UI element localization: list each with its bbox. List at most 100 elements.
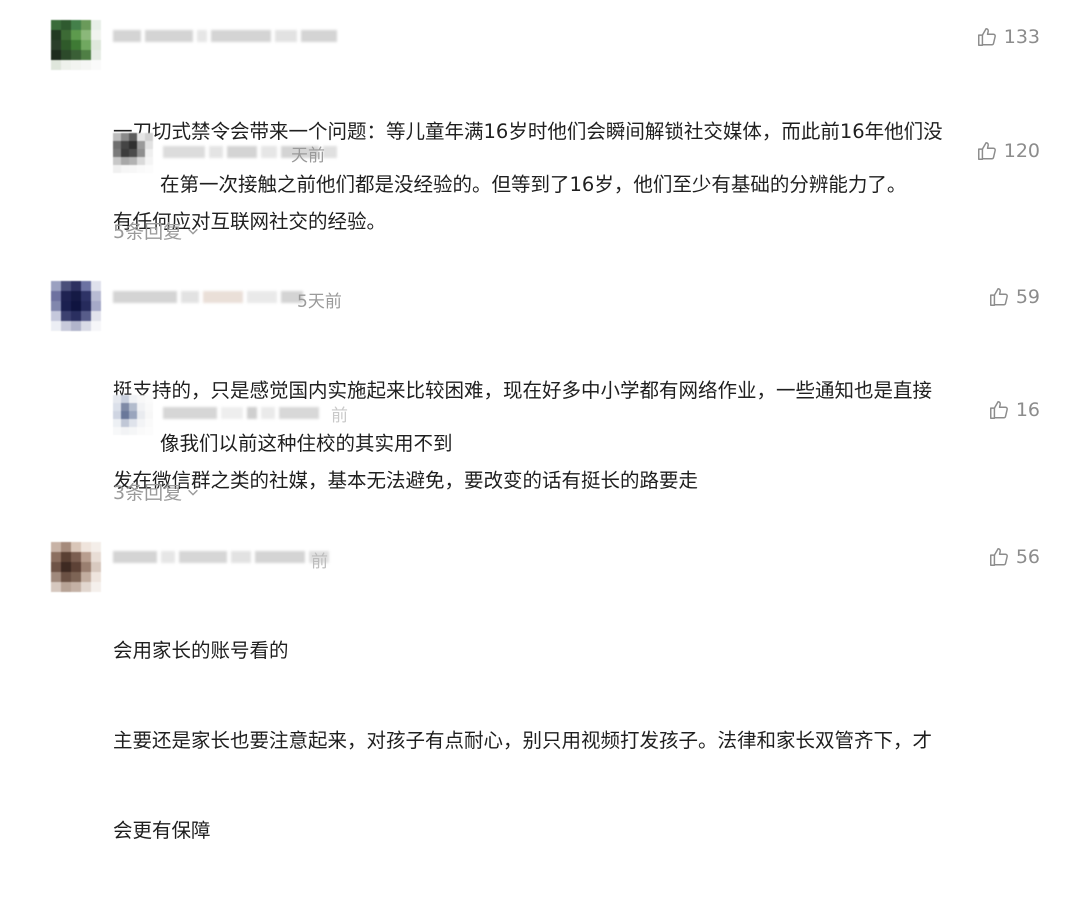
avatar-mosaic-cell	[81, 572, 91, 582]
like-button[interactable]: 133	[976, 26, 1040, 48]
avatar-mosaic-cell	[145, 149, 153, 157]
avatar-mosaic-cell	[61, 50, 71, 60]
avatar-mosaic-cell	[71, 552, 81, 562]
avatar-mosaic-cell	[61, 281, 71, 291]
more-replies-button[interactable]: 5条回复	[113, 217, 200, 244]
avatar-mosaic-cell	[71, 20, 81, 30]
avatar-mosaic-cell	[51, 311, 61, 321]
avatar-mosaic-cell	[61, 542, 71, 552]
avatar-mosaic-cell	[121, 411, 129, 419]
like-count: 133	[1003, 26, 1040, 48]
avatar-mosaic-cell	[61, 311, 71, 321]
avatar-mosaic-cell	[145, 419, 153, 427]
reply-avatar[interactable]	[113, 395, 153, 435]
avatar[interactable]	[51, 20, 101, 70]
avatar-mosaic-cell	[137, 427, 145, 435]
avatar-mosaic-cell	[61, 291, 71, 301]
avatar-mosaic-cell	[121, 395, 129, 403]
more-replies-button[interactable]: 3条回复	[113, 478, 200, 505]
avatar-mosaic-cell	[91, 60, 101, 70]
avatar-mosaic-cell	[51, 562, 61, 572]
avatar-mosaic-cell	[121, 157, 129, 165]
avatar-mosaic-cell	[51, 291, 61, 301]
avatar-mosaic-cell	[81, 301, 91, 311]
avatar-mosaic-cell	[113, 133, 121, 141]
like-count: 56	[1015, 546, 1040, 568]
avatar-mosaic-cell	[145, 395, 153, 403]
avatar-mosaic-cell	[51, 40, 61, 50]
avatar-mosaic-cell	[137, 403, 145, 411]
avatar-mosaic-cell	[61, 20, 71, 30]
avatar-mosaic-cell	[81, 60, 91, 70]
avatar-mosaic-cell	[71, 281, 81, 291]
avatar-mosaic-cell	[121, 419, 129, 427]
avatar-mosaic-cell	[113, 419, 121, 427]
avatar-mosaic-cell	[91, 281, 101, 291]
avatar-mosaic-cell	[137, 157, 145, 165]
avatar-mosaic-cell	[81, 40, 91, 50]
avatar-mosaic-cell	[129, 157, 137, 165]
reply-avatar[interactable]	[113, 133, 153, 173]
like-button[interactable]: 56	[988, 546, 1040, 568]
avatar-mosaic-cell	[129, 133, 137, 141]
comment-text-line: 挺支持的，只是感觉国内实施起来比较困难，现在好多中小学都有网络作业，一些通知也是…	[113, 379, 933, 402]
avatar-mosaic-cell	[113, 411, 121, 419]
like-button[interactable]: 16	[988, 399, 1040, 421]
avatar-mosaic-cell	[129, 165, 137, 173]
avatar-mosaic-cell	[137, 419, 145, 427]
reply-text: 像我们以前这种住校的其实用不到	[160, 432, 453, 455]
avatar-mosaic-cell	[129, 141, 137, 149]
avatar-mosaic-cell	[91, 301, 101, 311]
comment-text: 会用家长的账号看的 主要还是家长也要注意起来，对孩子有点耐心，别只用视频打发孩子…	[113, 576, 932, 906]
avatar-mosaic-cell	[71, 291, 81, 301]
avatar-mosaic-cell	[121, 165, 129, 173]
avatar-mosaic-cell	[71, 50, 81, 60]
avatar-mosaic-cell	[61, 572, 71, 582]
avatar-mosaic-cell	[91, 572, 101, 582]
avatar-mosaic-cell	[121, 149, 129, 157]
more-replies-label: 3条回复	[113, 482, 183, 504]
avatar-mosaic-cell	[129, 419, 137, 427]
avatar-mosaic-cell	[137, 141, 145, 149]
reply-text: 在第一次接触之前他们都是没经验的。但等到了16岁，他们至少有基础的分辨能力了。	[160, 173, 907, 196]
avatar-mosaic-cell	[51, 582, 61, 592]
like-button[interactable]: 120	[976, 140, 1040, 162]
avatar-mosaic-cell	[113, 165, 121, 173]
avatar-mosaic-cell	[137, 395, 145, 403]
avatar-mosaic-cell	[91, 582, 101, 592]
avatar[interactable]	[51, 281, 101, 331]
avatar-mosaic-cell	[61, 30, 71, 40]
avatar-mosaic-cell	[129, 427, 137, 435]
avatar-mosaic-cell	[71, 582, 81, 592]
avatar-mosaic-cell	[121, 403, 129, 411]
avatar-mosaic-cell	[129, 411, 137, 419]
avatar-mosaic-cell	[81, 311, 91, 321]
avatar-mosaic-cell	[129, 149, 137, 157]
username-blurred[interactable]	[113, 289, 303, 305]
chevron-down-icon	[188, 228, 198, 235]
avatar-mosaic-cell	[137, 133, 145, 141]
like-count: 16	[1015, 399, 1040, 421]
avatar-mosaic-cell	[145, 403, 153, 411]
reply-username-blurred[interactable]	[163, 405, 319, 421]
avatar-mosaic-cell	[71, 562, 81, 572]
like-count: 120	[1003, 140, 1040, 162]
comment-text-line: 主要还是家长也要注意起来，对孩子有点耐心，别只用视频打发孩子。法律和家长双管齐下…	[113, 729, 933, 752]
like-button[interactable]: 59	[988, 286, 1040, 308]
avatar-mosaic-cell	[51, 281, 61, 291]
avatar-mosaic-cell	[71, 311, 81, 321]
thumbs-up-icon	[989, 401, 1008, 419]
avatar-mosaic-cell	[71, 40, 81, 50]
reply-timestamp: 前	[331, 406, 348, 426]
avatar-mosaic-cell	[81, 281, 91, 291]
avatar-mosaic-cell	[81, 321, 91, 331]
avatar-mosaic-cell	[145, 157, 153, 165]
avatar-mosaic-cell	[51, 60, 61, 70]
comment-text-line: 会更有保障	[113, 819, 211, 842]
avatar-mosaic-cell	[91, 40, 101, 50]
avatar[interactable]	[51, 542, 101, 592]
username-blurred[interactable]	[113, 549, 329, 565]
avatar-mosaic-cell	[137, 411, 145, 419]
username-blurred[interactable]	[113, 28, 337, 44]
avatar-mosaic-cell	[71, 60, 81, 70]
